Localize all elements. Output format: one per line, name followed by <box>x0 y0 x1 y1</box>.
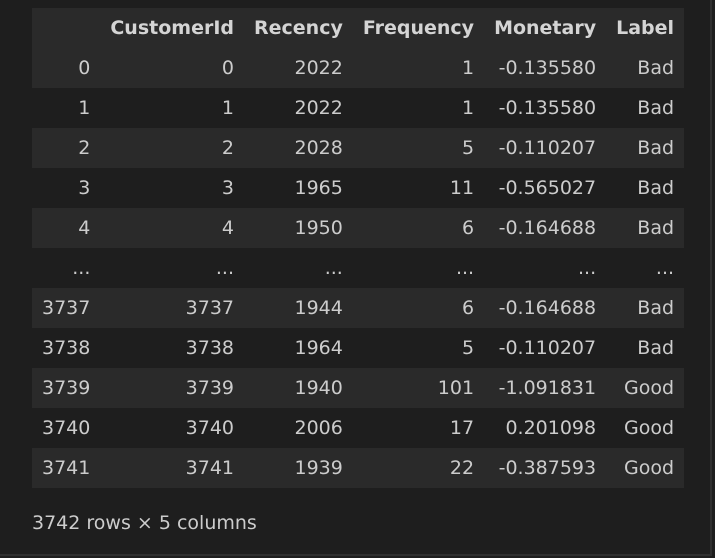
cell-customerid: 3739 <box>100 368 244 408</box>
row-index: 3738 <box>32 328 101 368</box>
table-row: 2 2 2028 5 -0.110207 Bad <box>32 128 685 168</box>
table-header-row: CustomerId Recency Frequency Monetary La… <box>32 8 685 48</box>
cell-label: Good <box>606 368 685 408</box>
cell-label: Bad <box>606 328 685 368</box>
cell-recency: 1940 <box>244 368 353 408</box>
cell-label: ... <box>606 248 685 288</box>
table-row: 3 3 1965 11 -0.565027 Bad <box>32 168 685 208</box>
table-body: 0 0 2022 1 -0.135580 Bad 1 1 2022 1 -0.1… <box>32 48 685 488</box>
cell-frequency: 22 <box>352 448 485 488</box>
table-row: 3739 3739 1940 101 -1.091831 Good <box>32 368 685 408</box>
cell-label: Bad <box>606 168 685 208</box>
row-index: 4 <box>32 208 101 248</box>
cell-recency: 1939 <box>244 448 353 488</box>
row-index: 2 <box>32 128 101 168</box>
table-row: 3737 3737 1944 6 -0.164688 Bad <box>32 288 685 328</box>
cell-customerid: 3740 <box>100 408 244 448</box>
header-index <box>32 8 101 48</box>
cell-monetary: ... <box>484 248 607 288</box>
cell-customerid: 3737 <box>100 288 244 328</box>
header-monetary: Monetary <box>484 8 607 48</box>
cell-monetary: -0.110207 <box>484 328 607 368</box>
row-index: 3739 <box>32 368 101 408</box>
table-row: 1 1 2022 1 -0.135580 Bad <box>32 88 685 128</box>
cell-frequency: 11 <box>352 168 485 208</box>
table-row: 3740 3740 2006 17 0.201098 Good <box>32 408 685 448</box>
cell-monetary: -0.135580 <box>484 48 607 88</box>
cell-customerid: 3741 <box>100 448 244 488</box>
cell-customerid: 0 <box>100 48 244 88</box>
cell-label: Good <box>606 448 685 488</box>
cell-frequency: 101 <box>352 368 485 408</box>
row-index: 3 <box>32 168 101 208</box>
cell-monetary: -0.565027 <box>484 168 607 208</box>
cell-recency: 2006 <box>244 408 353 448</box>
cell-customerid: 4 <box>100 208 244 248</box>
cell-label: Good <box>606 408 685 448</box>
cell-monetary: -1.091831 <box>484 368 607 408</box>
cell-recency: 2028 <box>244 128 353 168</box>
cell-frequency: 5 <box>352 328 485 368</box>
cell-label: Bad <box>606 208 685 248</box>
cell-recency: 1944 <box>244 288 353 328</box>
header-frequency: Frequency <box>352 8 485 48</box>
cell-frequency: 1 <box>352 88 485 128</box>
cell-frequency: 1 <box>352 48 485 88</box>
cell-monetary: 0.201098 <box>484 408 607 448</box>
header-customerid: CustomerId <box>100 8 244 48</box>
cell-label: Bad <box>606 288 685 328</box>
row-index: 1 <box>32 88 101 128</box>
cell-customerid: 2 <box>100 128 244 168</box>
row-index: 3741 <box>32 448 101 488</box>
cell-frequency: ... <box>352 248 485 288</box>
cell-customerid: 3 <box>100 168 244 208</box>
cell-frequency: 5 <box>352 128 485 168</box>
table-row: 3738 3738 1964 5 -0.110207 Bad <box>32 328 685 368</box>
table-row-ellipsis: ... ... ... ... ... ... <box>32 248 685 288</box>
cell-recency: 2022 <box>244 88 353 128</box>
cell-customerid: 3738 <box>100 328 244 368</box>
cell-customerid: 1 <box>100 88 244 128</box>
header-recency: Recency <box>244 8 353 48</box>
header-label: Label <box>606 8 685 48</box>
row-index: 0 <box>32 48 101 88</box>
cell-label: Bad <box>606 88 685 128</box>
cell-recency: 1965 <box>244 168 353 208</box>
cell-monetary: -0.387593 <box>484 448 607 488</box>
row-index: ... <box>32 248 101 288</box>
cell-recency: 1950 <box>244 208 353 248</box>
cell-label: Bad <box>606 48 685 88</box>
cell-frequency: 17 <box>352 408 485 448</box>
cell-label: Bad <box>606 128 685 168</box>
cell-frequency: 6 <box>352 288 485 328</box>
cell-monetary: -0.164688 <box>484 208 607 248</box>
cell-recency: ... <box>244 248 353 288</box>
cell-monetary: -0.164688 <box>484 288 607 328</box>
cell-monetary: -0.135580 <box>484 88 607 128</box>
cell-customerid: ... <box>100 248 244 288</box>
table-row: 4 4 1950 6 -0.164688 Bad <box>32 208 685 248</box>
table-row: 0 0 2022 1 -0.135580 Bad <box>32 48 685 88</box>
table-row: 3741 3741 1939 22 -0.387593 Good <box>32 448 685 488</box>
row-index: 3737 <box>32 288 101 328</box>
row-index: 3740 <box>32 408 101 448</box>
cell-frequency: 6 <box>352 208 485 248</box>
cell-recency: 2022 <box>244 48 353 88</box>
dataframe-summary: 3742 rows × 5 columns <box>32 512 257 534</box>
cell-recency: 1964 <box>244 328 353 368</box>
dataframe-table: CustomerId Recency Frequency Monetary La… <box>32 8 685 488</box>
cell-monetary: -0.110207 <box>484 128 607 168</box>
